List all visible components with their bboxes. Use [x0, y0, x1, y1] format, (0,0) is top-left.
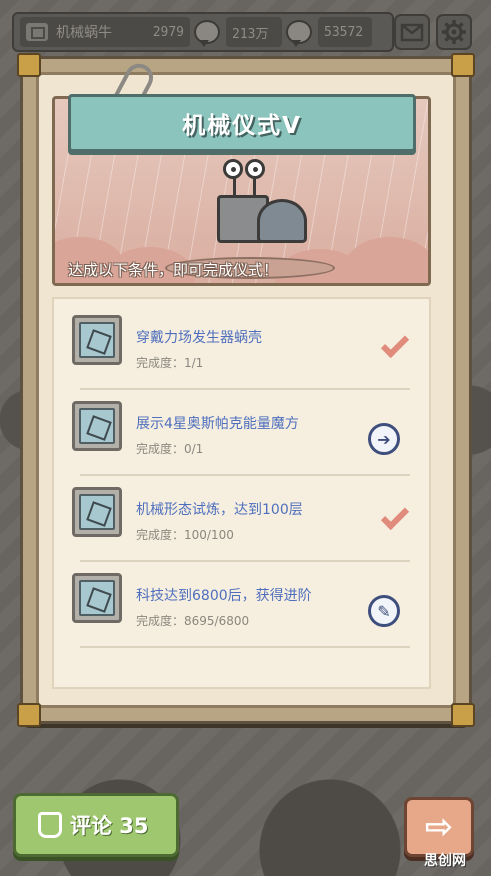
next-button[interactable]: ⇨ — [404, 797, 474, 857]
mech-snail-image — [195, 159, 315, 269]
task-progress: 完成度：0/1 — [136, 442, 204, 456]
mail-icon — [400, 23, 424, 42]
eye — [223, 159, 243, 179]
corner-bracket — [451, 703, 475, 727]
task-title: 穿戴力场发生器蜗壳 — [136, 330, 262, 346]
player-chip[interactable]: 机械蜗牛 2979 — [20, 17, 190, 47]
top-bar: 机械蜗牛 2979 213万 53572 — [12, 12, 394, 52]
player-name: 机械蜗牛 — [56, 25, 112, 41]
corner-bracket — [17, 703, 41, 727]
snail-shell — [257, 199, 307, 243]
resource-count-3: 53572 — [324, 24, 364, 40]
task-row[interactable]: 穿戴力场发生器蜗壳 完成度：1/1 — [68, 307, 418, 390]
task-title: 机械形态试炼，达到100层 — [136, 502, 303, 518]
task-row[interactable]: 展示4星奥斯帕克能量魔方 完成度：0/1 ➔ — [68, 393, 418, 476]
go-arrow-button[interactable]: ➔ — [368, 423, 400, 455]
task-list: 穿戴力场发生器蜗壳 完成度：1/1 展示4星奥斯帕克能量魔方 完成度：0/1 ➔… — [52, 297, 431, 689]
arrow-right-icon: ⇨ — [424, 807, 454, 847]
corner-bracket — [17, 53, 41, 77]
task-thumbnail-icon — [72, 401, 122, 451]
task-thumbnail-icon — [72, 573, 122, 623]
task-progress: 完成度：100/100 — [136, 528, 234, 542]
settings-button[interactable] — [436, 14, 472, 50]
chip-icon — [26, 23, 48, 41]
task-thumbnail-icon — [72, 487, 122, 537]
resource-count-1: 2979 — [152, 24, 184, 40]
comment-button[interactable]: 评论 35 — [13, 793, 179, 857]
task-row[interactable]: 科技达到6800后，获得进阶 完成度：8695/6800 ✎ — [68, 565, 418, 648]
checkmark-icon — [380, 329, 410, 359]
resource-chip-3: 53572 — [318, 17, 372, 47]
task-progress: 完成度：8695/6800 — [136, 614, 250, 628]
resource-chip-2: 213万 — [226, 17, 282, 47]
ritual-title-banner: 机械仪式V — [68, 94, 416, 152]
divider — [80, 560, 410, 562]
checkmark-icon — [380, 501, 410, 531]
chat-bubble-icon-2[interactable] — [286, 20, 312, 47]
comment-icon — [38, 812, 62, 838]
corner-bracket — [451, 53, 475, 77]
watermark: 思创网 — [424, 853, 466, 869]
ritual-title: 机械仪式V — [182, 113, 302, 139]
chat-bubble-icon[interactable] — [194, 20, 220, 47]
comment-label: 评论 35 — [70, 814, 149, 838]
task-row[interactable]: 机械形态试炼，达到100层 完成度：100/100 — [68, 479, 418, 562]
gear-icon — [442, 20, 466, 44]
pencil-button[interactable]: ✎ — [368, 595, 400, 627]
divider — [80, 646, 410, 648]
divider — [80, 388, 410, 390]
task-progress: 完成度：1/1 — [136, 356, 204, 370]
task-thumbnail-icon — [72, 315, 122, 365]
resource-count-2: 213万 — [232, 26, 269, 42]
eye — [245, 159, 265, 179]
task-title: 科技达到6800后，获得进阶 — [136, 588, 312, 604]
divider — [80, 474, 410, 476]
task-title: 展示4星奥斯帕克能量魔方 — [136, 416, 299, 432]
condition-text: 达成以下条件，即可完成仪式！ — [68, 261, 279, 279]
mail-button[interactable] — [394, 14, 430, 50]
